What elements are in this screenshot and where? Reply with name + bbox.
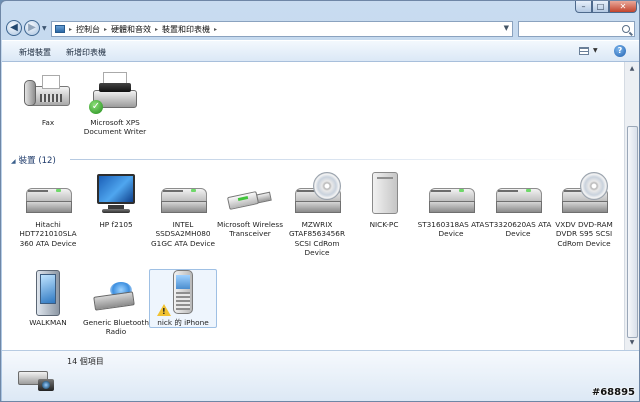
item-label: VXDV DVD-RAM DVDR S95 SCSI CdRom Device (555, 220, 613, 248)
hard-drive-icon (425, 172, 477, 220)
address-row: ◀ ▶ ▼ ▸ 控制台 ▸ 硬體和音效 ▸ 裝置和印表機 ▸ ▼ (1, 16, 639, 40)
breadcrumb-control-panel[interactable]: 控制台 (76, 24, 100, 35)
hard-drive-icon (157, 172, 209, 220)
search-box[interactable] (518, 21, 635, 37)
device-item-wireless-transceiver[interactable]: Microsoft Wireless Transceiver (216, 172, 284, 239)
computer-tower-icon (358, 172, 410, 220)
device-item-mzwrix-cdrom[interactable]: MZWRIX GTAF8563456R SCSI CdRom Device (283, 172, 351, 257)
hard-drive-icon (22, 172, 74, 220)
walkman-player-icon (22, 270, 74, 318)
fax-icon (22, 70, 74, 118)
address-bar[interactable]: ▸ 控制台 ▸ 硬體和音效 ▸ 裝置和印表機 ▸ ▼ (51, 21, 513, 37)
bluetooth-radio-icon (90, 270, 142, 318)
item-label: Microsoft XPS Document Writer (83, 118, 147, 137)
group-header-devices[interactable]: ◢ 裝置 (12) (11, 154, 56, 166)
device-item-vxdv-dvdram[interactable]: VXDV DVD-RAM DVDR S95 SCSI CdRom Device (550, 172, 618, 248)
caption-buttons: – □ ✕ (575, 1, 637, 13)
item-label: ST3320620AS ATA Device (484, 220, 552, 239)
device-item-st3320620as[interactable]: ST3320620AS ATA Device (484, 172, 552, 239)
devices-printers-icon (18, 363, 54, 395)
details-pane: 14 個項目 (2, 350, 639, 401)
device-item-nick-iphone[interactable]: ! nick 的 iPhone (149, 269, 217, 329)
back-button[interactable]: ◀ (6, 20, 22, 36)
add-printer-button[interactable]: 新增印表機 (66, 47, 106, 58)
title-bar: – □ ✕ (1, 1, 639, 16)
item-label: ST3160318AS ATA Device (417, 220, 485, 239)
vertical-scrollbar[interactable]: ▲ ▼ (624, 62, 639, 350)
breadcrumb-separator[interactable]: ▸ (155, 26, 158, 33)
device-item-hp-f2105[interactable]: HP f2105 (82, 172, 150, 229)
printer-item-fax[interactable]: Fax (14, 70, 82, 127)
breadcrumb-separator[interactable]: ▸ (104, 26, 107, 33)
printer-icon: ✓ (89, 70, 141, 118)
collapse-arrow-icon[interactable]: ◢ (11, 158, 16, 165)
view-options-icon[interactable] (579, 47, 589, 55)
device-item-walkman[interactable]: WALKMAN (14, 270, 82, 327)
add-device-button[interactable]: 新增裝置 (19, 47, 51, 58)
command-bar: 新增裝置 新增印表機 ▼ ? (2, 40, 639, 62)
search-icon[interactable] (622, 25, 630, 33)
watermark: #68895 (591, 387, 635, 398)
forward-button[interactable]: ▶ (24, 20, 40, 36)
group-title: 裝置 (12) (18, 156, 56, 166)
usb-transceiver-icon (224, 172, 276, 220)
group-divider (70, 159, 610, 160)
item-label: INTEL SSDSA2MH080 G1GC ATA Device (151, 220, 215, 248)
control-panel-icon (55, 25, 65, 33)
disc-icon (580, 172, 608, 200)
item-label: WALKMAN (29, 318, 67, 327)
device-item-hitachi[interactable]: Hitachi HDT721010SLA 360 ATA Device (14, 172, 82, 248)
item-label: NICK-PC (369, 220, 399, 229)
disc-icon (313, 172, 341, 200)
item-label: Microsoft Wireless Transceiver (216, 220, 284, 239)
item-label: Generic Bluetooth Radio (82, 318, 150, 337)
item-label: nick 的 iPhone (157, 318, 209, 327)
scroll-down-icon[interactable]: ▼ (627, 338, 637, 348)
default-check-icon: ✓ (89, 100, 103, 114)
minimize-button[interactable]: – (575, 1, 592, 13)
device-item-nick-pc[interactable]: NICK-PC (350, 172, 418, 229)
item-label: Hitachi HDT721010SLA 360 ATA Device (19, 220, 77, 248)
help-button[interactable]: ? (614, 45, 626, 57)
breadcrumb-separator[interactable]: ▸ (214, 26, 217, 33)
cdrom-drive-icon (558, 172, 610, 220)
scroll-up-icon[interactable]: ▲ (627, 64, 637, 74)
item-label: Fax (41, 118, 55, 127)
breadcrumb-hardware-sound[interactable]: 硬體和音效 (111, 24, 151, 35)
scroll-thumb[interactable] (627, 126, 638, 338)
device-item-bluetooth-radio[interactable]: Generic Bluetooth Radio (82, 270, 150, 337)
item-label: MZWRIX GTAF8563456R SCSI CdRom Device (288, 220, 346, 257)
devices-content-pane: Fax ✓ Microsoft XPS Document Writer ◢ 裝置 … (2, 62, 624, 350)
phone-icon: ! (157, 270, 209, 318)
device-item-st3160318as[interactable]: ST3160318AS ATA Device (417, 172, 485, 239)
device-item-intel-ssd[interactable]: INTEL SSDSA2MH080 G1GC ATA Device (149, 172, 217, 248)
address-dropdown-icon[interactable]: ▼ (504, 24, 509, 32)
explorer-window: – □ ✕ ◀ ▶ ▼ ▸ 控制台 ▸ 硬體和音效 ▸ 裝置和印表機 ▸ ▼ 新… (0, 0, 640, 402)
maximize-button[interactable]: □ (592, 1, 609, 13)
recent-pages-dropdown[interactable]: ▼ (42, 25, 47, 32)
view-dropdown-icon[interactable]: ▼ (593, 47, 598, 54)
cdrom-drive-icon (291, 172, 343, 220)
monitor-icon (90, 172, 142, 220)
breadcrumb-devices-printers[interactable]: 裝置和印表機 (162, 24, 210, 35)
hard-drive-icon (492, 172, 544, 220)
item-label: HP f2105 (99, 220, 133, 229)
printer-item-xps[interactable]: ✓ Microsoft XPS Document Writer (81, 70, 149, 137)
item-count: 14 個項目 (67, 357, 104, 366)
breadcrumb-separator[interactable]: ▸ (69, 26, 72, 33)
close-button[interactable]: ✕ (609, 1, 637, 13)
